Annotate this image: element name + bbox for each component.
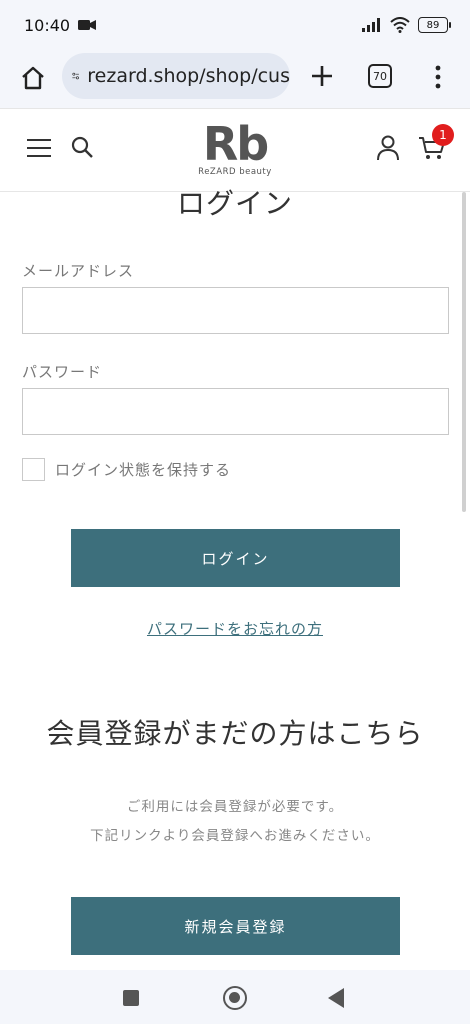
cart-count: 1: [439, 128, 447, 142]
email-label: メールアドレス: [22, 262, 135, 280]
recent-apps-icon[interactable]: [123, 990, 139, 1006]
logo-subtitle: ReZARD beauty: [198, 167, 272, 177]
cart-count-badge: 1: [432, 124, 454, 146]
site-settings-icon[interactable]: [72, 67, 79, 85]
register-desc-line2: 下記リンクより会員登録へお進みください。: [90, 828, 380, 844]
search-icon[interactable]: [70, 135, 94, 159]
email-field[interactable]: [22, 287, 449, 334]
account-icon[interactable]: [376, 135, 400, 161]
tab-switcher-button[interactable]: 70: [368, 64, 392, 88]
remember-checkbox[interactable]: [22, 458, 45, 481]
password-label: パスワード: [22, 363, 103, 381]
remember-label: ログイン状態を保持する: [55, 461, 232, 479]
site-header: Rb ReZARD beauty: [0, 108, 470, 192]
register-button[interactable]: 新規会員登録: [71, 897, 400, 955]
status-left: 10:40: [24, 15, 97, 35]
url-text: rezard.shop/shop/cus: [87, 65, 290, 87]
back-icon[interactable]: [328, 988, 344, 1008]
register-title: 会員登録がまだの方はこちら: [46, 717, 424, 750]
site-logo[interactable]: Rb ReZARD beauty: [190, 119, 280, 185]
logo-mark: Rb: [202, 117, 269, 171]
tab-count: 70: [373, 69, 387, 83]
password-field[interactable]: [22, 388, 449, 435]
plus-icon[interactable]: [308, 62, 336, 90]
status-time: 10:40: [24, 15, 71, 35]
status-right: 89: [362, 17, 451, 33]
wifi-icon: [390, 17, 410, 33]
login-button[interactable]: ログイン: [71, 529, 400, 587]
forgot-password-link[interactable]: パスワードをお忘れの方: [0, 618, 470, 639]
remember-login[interactable]: ログイン状態を保持する: [22, 458, 231, 481]
video-camera-icon: [78, 20, 97, 30]
more-vertical-icon[interactable]: [428, 64, 448, 90]
page-scrollbar[interactable]: [462, 192, 466, 512]
register-desc-line1: ご利用には会員登録が必要です。: [126, 799, 344, 815]
battery-level: 89: [426, 19, 440, 31]
battery-indicator: 89: [418, 17, 451, 33]
browser-toolbar: rezard.shop/shop/cus 70: [0, 50, 470, 108]
address-bar[interactable]: rezard.shop/shop/cus: [62, 53, 290, 99]
hamburger-menu-icon[interactable]: [26, 137, 52, 159]
system-nav-bar: [0, 970, 470, 1024]
status-bar: 10:40 89: [0, 0, 470, 50]
page-title: ログイン: [176, 187, 293, 220]
home-nav-icon[interactable]: [223, 986, 247, 1010]
signal-icon: [362, 18, 380, 32]
home-icon[interactable]: [18, 63, 48, 93]
